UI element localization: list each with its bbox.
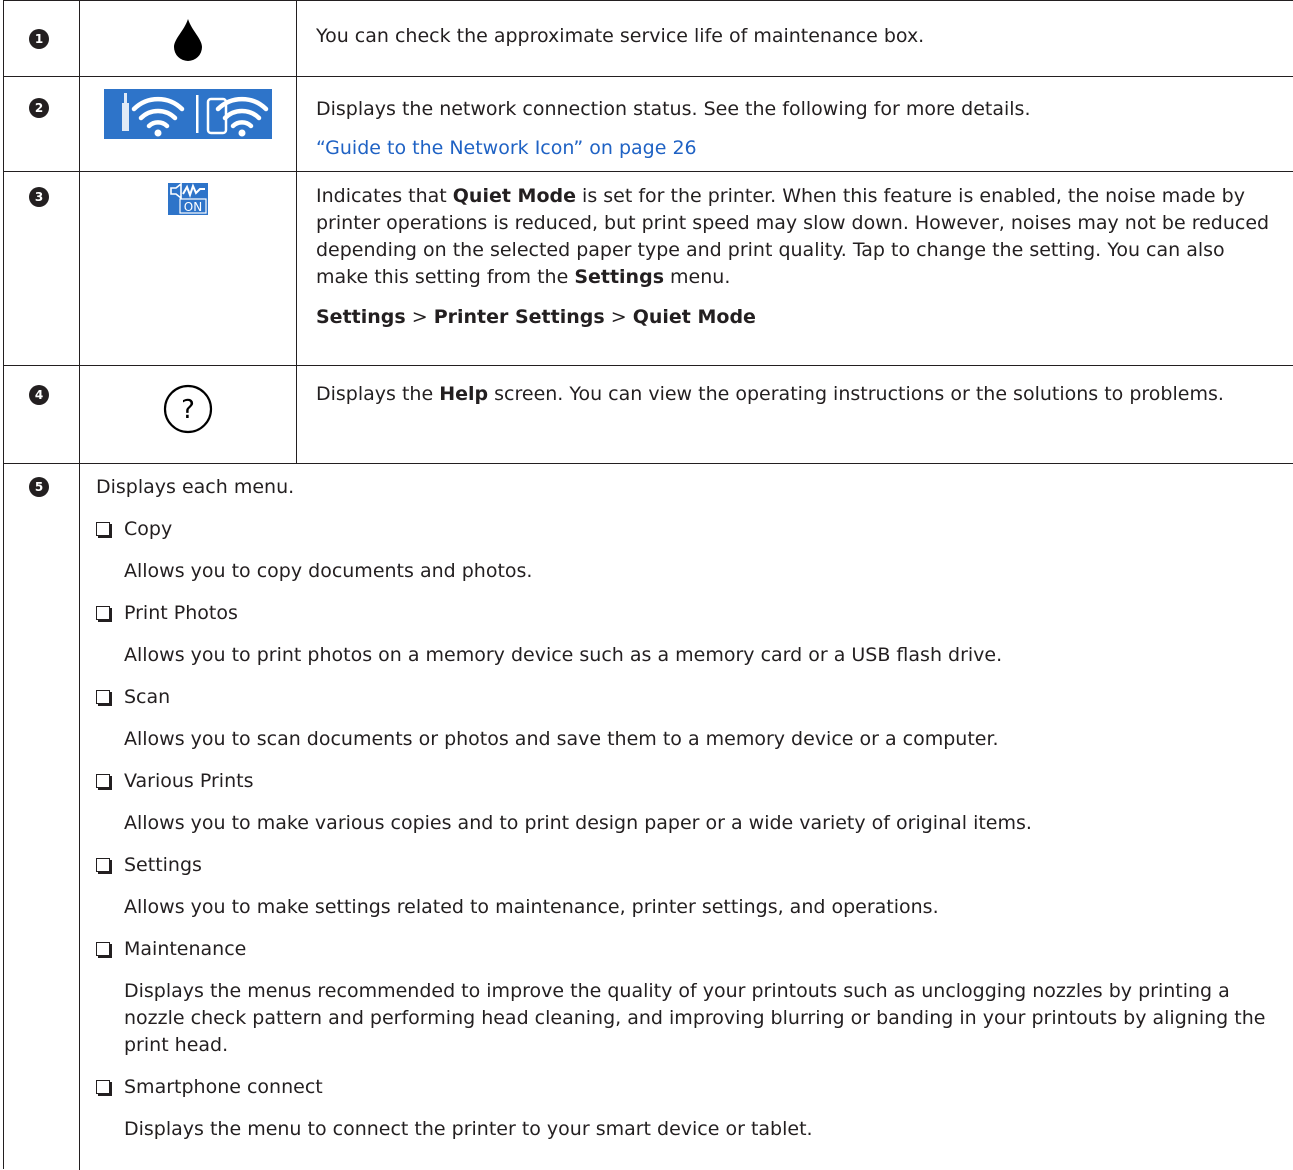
callout-number-5: 5 <box>29 477 49 497</box>
help-question-mark: ? <box>181 395 195 425</box>
table-row-5: 5 Displays each menu. Copy Allows you to… <box>4 463 1293 1170</box>
column-divider <box>79 366 80 464</box>
menu-list-intro: Displays each menu. <box>96 476 295 498</box>
column-divider <box>296 1 297 77</box>
quiet-mode-menu-path: Settings > Printer Settings > Quiet Mode <box>316 306 756 328</box>
maintenance-box-description: You can check the approximate service li… <box>316 25 925 47</box>
menu-item-various-prints: Various Prints <box>96 768 1281 795</box>
bullet-box-icon <box>96 858 110 872</box>
bullet-box-icon <box>96 1080 110 1094</box>
row-description: Displays the Help screen. You can view t… <box>316 381 1281 408</box>
menu-item-description: Displays the menu to connect the printer… <box>124 1118 813 1140</box>
menu-item-settings: Settings <box>96 852 1281 879</box>
callout-number-3: 3 <box>29 187 49 207</box>
column-divider <box>296 172 297 366</box>
column-divider <box>79 1 80 77</box>
table-row-2: 2 Displays the network connection status… <box>4 76 1293 172</box>
help-description: Displays the Help screen. You can view t… <box>316 383 1224 405</box>
row-description: Indicates that Quiet Mode is set for the… <box>316 183 1281 331</box>
callout-number-1: 1 <box>29 29 49 49</box>
menu-item-smartphone-connect: Smartphone connect <box>96 1074 1281 1101</box>
bullet-box-icon <box>96 942 110 956</box>
menu-item-description: Allows you to make various copies and to… <box>124 812 1032 834</box>
menu-list: Displays each menu. Copy Allows you to c… <box>96 474 1281 1143</box>
row-description: Displays the network connection status. … <box>316 96 1281 162</box>
table-row-1: 1 You can check the approximate service … <box>4 0 1293 77</box>
column-divider <box>79 172 80 366</box>
menu-item-description: Displays the menus recommended to improv… <box>124 980 1266 1056</box>
network-status-icon <box>82 89 294 143</box>
menu-item-print-photos: Print Photos <box>96 600 1281 627</box>
network-icon-guide-link[interactable]: “Guide to the Network Icon” on page 26 <box>316 135 1281 162</box>
bullet-box-icon <box>96 522 110 536</box>
callout-number-4: 4 <box>29 385 49 405</box>
column-divider <box>79 464 80 1170</box>
help-icon: ? <box>82 383 294 439</box>
column-divider <box>296 77 297 172</box>
menu-item-description: Allows you to print photos on a memory d… <box>124 644 1003 666</box>
column-divider <box>296 366 297 464</box>
menu-item-description: Allows you to make settings related to m… <box>124 896 939 918</box>
callout-number-2: 2 <box>29 98 49 118</box>
column-divider <box>79 77 80 172</box>
menu-item-scan: Scan <box>96 684 1281 711</box>
menu-item-description: Allows you to scan documents or photos a… <box>124 728 999 750</box>
table-row-3: 3 ON Indicates that Quiet Mode is set fo… <box>4 171 1293 366</box>
ink-drop-icon <box>82 19 294 65</box>
icon-description-table: 1 You can check the approximate service … <box>3 0 1293 1170</box>
quiet-mode-description: Indicates that Quiet Mode is set for the… <box>316 185 1270 288</box>
quiet-mode-icon: ON <box>82 182 294 219</box>
table-row-4: 4 ? Displays the Help screen. You can vi… <box>4 365 1293 464</box>
bullet-box-icon <box>96 606 110 620</box>
quiet-mode-on-label: ON <box>184 200 202 214</box>
bullet-box-icon <box>96 774 110 788</box>
bullet-box-icon <box>96 690 110 704</box>
network-status-description: Displays the network connection status. … <box>316 98 1031 120</box>
menu-item-maintenance: Maintenance <box>96 936 1281 963</box>
menu-item-copy: Copy <box>96 516 1281 543</box>
row-description: You can check the approximate service li… <box>316 23 1281 50</box>
menu-item-description: Allows you to copy documents and photos. <box>124 560 533 582</box>
